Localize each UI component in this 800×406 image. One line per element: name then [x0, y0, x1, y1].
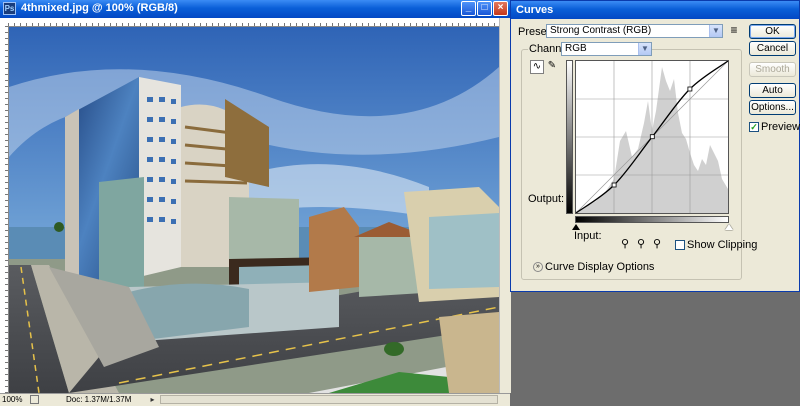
output-label: Output: [528, 193, 565, 205]
curves-title[interactable]: Curves [511, 1, 799, 19]
status-menu-arrow-icon[interactable]: ▸ [148, 395, 157, 404]
zoom-level[interactable]: 100% [2, 395, 22, 404]
horizontal-scrollbar[interactable] [160, 395, 498, 404]
document-title: 4thmixed.jpg @ 100% (RGB/8) [21, 2, 178, 14]
black-eyedropper-icon[interactable]: ⚲ [618, 238, 632, 252]
doc-size-info: Doc: 1.37M/1.37M [66, 395, 132, 404]
minimize-button[interactable]: _ [461, 1, 476, 16]
curve-control-point[interactable] [611, 182, 617, 188]
input-label: Input: [574, 230, 602, 242]
smooth-button[interactable]: Smooth [749, 62, 796, 77]
curve-edit-icon[interactable]: ∿ [530, 60, 544, 74]
horizontal-ruler[interactable] [8, 18, 499, 27]
preview-label: Preview [761, 121, 800, 133]
photoshop-icon: Ps [3, 2, 16, 15]
chevron-down-icon[interactable]: ▼ [638, 43, 651, 55]
input-gradient-bar [575, 216, 729, 223]
document-window: Ps 4thmixed.jpg @ 100% (RGB/8) _ □ × 100… [0, 0, 511, 406]
preview-checkbox[interactable]: ✓ [749, 122, 759, 132]
close-button[interactable]: × [493, 1, 508, 16]
auto-button[interactable]: Auto [749, 83, 796, 98]
channel-select[interactable]: RGB ▼ [561, 42, 652, 56]
chevron-double-down-icon[interactable]: » [533, 262, 543, 272]
ok-button[interactable]: OK [749, 24, 796, 39]
pencil-icon[interactable]: ✎ [545, 60, 559, 74]
curve-graph-svg [575, 60, 729, 214]
maximize-button[interactable]: □ [477, 1, 492, 16]
white-eyedropper-icon[interactable]: ⚲ [650, 238, 664, 252]
white-point-slider[interactable] [725, 224, 733, 230]
vertical-ruler[interactable] [0, 26, 9, 393]
preset-options-icon[interactable]: ≡ [727, 24, 741, 38]
curve-control-point[interactable] [649, 134, 655, 140]
options-button[interactable]: Options... [749, 100, 796, 115]
curve-control-point[interactable] [687, 86, 693, 92]
city-rendering-image [9, 27, 499, 393]
preset-select[interactable]: Strong Contrast (RGB) ▼ [546, 24, 723, 38]
document-title-bar[interactable]: Ps 4thmixed.jpg @ 100% (RGB/8) _ □ × [0, 0, 510, 18]
status-bar: 100% Doc: 1.37M/1.37M ▸ [0, 393, 510, 406]
chevron-down-icon[interactable]: ▼ [709, 25, 722, 37]
image-canvas[interactable] [9, 27, 499, 393]
curve-graph[interactable] [575, 60, 729, 214]
show-clipping-checkbox[interactable] [675, 240, 685, 250]
output-gradient-bar [566, 60, 573, 214]
show-clipping-label: Show Clipping [687, 239, 758, 251]
channel-value: RGB [565, 43, 587, 54]
gray-eyedropper-icon[interactable]: ⚲ [634, 238, 648, 252]
document-status-icon[interactable] [30, 395, 39, 404]
cancel-button[interactable]: Cancel [749, 41, 796, 56]
preset-value: Strong Contrast (RGB) [550, 25, 652, 36]
curve-display-options-label[interactable]: Curve Display Options [545, 261, 654, 273]
